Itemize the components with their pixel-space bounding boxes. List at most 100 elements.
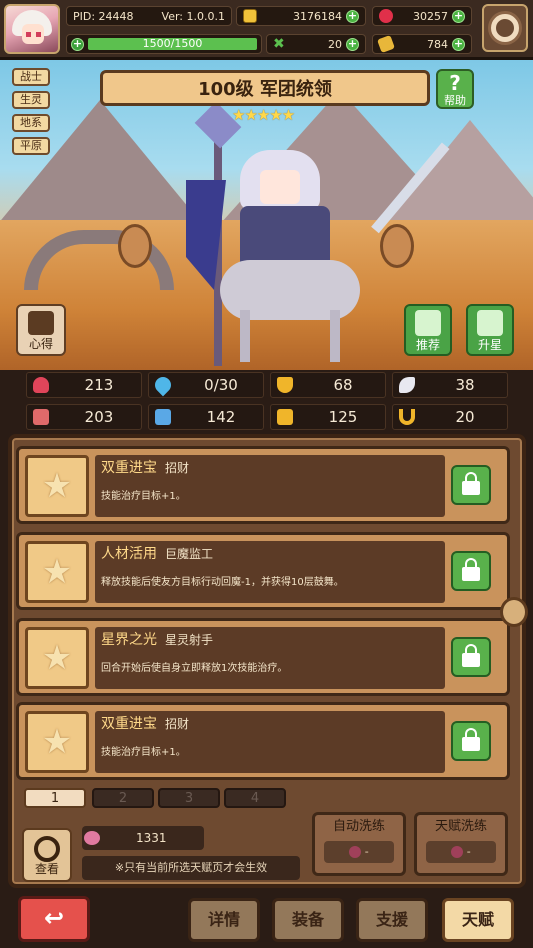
gold-coin-icon (243, 9, 257, 23)
stat-hp: 213 (26, 372, 142, 398)
gem-value: 1331 (136, 831, 167, 845)
talent-source: 招财 (165, 461, 190, 475)
talent-name: 星界之光 (101, 632, 157, 648)
player-avatar[interactable] (4, 4, 60, 54)
ruby-icon (379, 9, 393, 23)
talent-desc: 技能治疗目标+1。 (101, 747, 186, 758)
ticket-value: 784 (427, 37, 448, 51)
talent-card: ★ 星界之光 星灵射手 回合开始后使自身立即释放1次技能治疗。 (16, 618, 510, 696)
ticket-counter: 784 + (372, 34, 472, 54)
prev-hero-button[interactable] (118, 224, 152, 268)
ruby-value: 30257 (413, 9, 448, 23)
recommend-label: 推荐 (415, 338, 440, 352)
talent-card: ★ 双重进宝 招财 技能治疗目标+1。 (16, 446, 510, 524)
potion-icon (349, 846, 362, 858)
clover-icon: ✖ (273, 36, 285, 52)
auto-wash-button[interactable]: 自动洗练 - (312, 812, 406, 876)
talent-name: 双重进宝 (101, 460, 157, 476)
add-gold-button[interactable]: + (346, 9, 359, 23)
lock-button[interactable] (451, 637, 491, 677)
horseshoe-icon (399, 409, 415, 425)
add-clover-button[interactable]: + (346, 37, 359, 51)
talent-source: 招财 (165, 717, 190, 731)
gem-counter: 1331 (82, 826, 204, 850)
question-icon: ? (449, 71, 461, 95)
auto-wash-label: 自动洗练 (332, 819, 385, 834)
panel-expand-knob[interactable] (500, 597, 528, 627)
talent-desc: 回合开始后使自身立即释放1次技能治疗。 (101, 663, 288, 674)
stat-resist: 125 (270, 404, 386, 430)
hero-title-banner: 100级 军团统领 (100, 70, 430, 106)
lock-button[interactable] (451, 465, 491, 505)
next-hero-button[interactable] (380, 224, 414, 268)
talent-source: 星灵射手 (165, 633, 214, 647)
talent-wash-label: 天赋洗练 (434, 819, 487, 834)
nav-details[interactable]: 详情 (188, 898, 260, 942)
talent-wash-button[interactable]: 天赋洗练 - (414, 812, 508, 876)
nav-equip[interactable]: 装备 (272, 898, 344, 942)
id-version-row: PID: 24448 Ver: 1.0.0.1 (66, 6, 232, 26)
talent-card: ★ 双重进宝 招财 技能治疗目标+1。 (16, 702, 510, 780)
upstar-button[interactable]: 升星 (466, 304, 514, 356)
water-drop-icon (151, 373, 175, 397)
gold-value: 3176184 (293, 9, 342, 23)
star-rating: ★★★★★ (232, 106, 295, 124)
stat-mana: 0/30 (148, 372, 264, 398)
hint-text: ※只有当前所选天赋页才会生效 (82, 856, 300, 880)
back-button[interactable]: ↩ (18, 896, 90, 942)
talent-desc: 技能治疗目标+1。 (101, 491, 186, 502)
add-ticket-button[interactable]: + (452, 37, 465, 51)
lock-button[interactable] (451, 721, 491, 761)
stat-attack: 203 (26, 404, 142, 430)
talent-slot[interactable]: ★ (25, 627, 89, 689)
tag-class: 战士 (12, 68, 50, 86)
talent-slot[interactable]: ★ (25, 455, 89, 517)
help-label: 帮助 (444, 94, 466, 107)
hero-character[interactable] (180, 101, 450, 366)
lock-button[interactable] (451, 551, 491, 591)
hero-title: 100级 军团统领 (198, 79, 332, 100)
star-up-icon (477, 310, 503, 336)
lock-icon (462, 472, 480, 495)
notes-button[interactable]: 心得 (16, 304, 66, 356)
nav-support[interactable]: 支援 (356, 898, 428, 942)
help-button[interactable]: ? 帮助 (436, 69, 474, 109)
talent-page-tab-1[interactable]: 1 (24, 788, 86, 808)
magnifier-icon (34, 836, 60, 862)
talent-slot[interactable]: ★ (25, 711, 89, 773)
stat-defense: 68 (270, 372, 386, 398)
view-label: 查看 (34, 862, 59, 876)
upstar-label: 升星 (477, 338, 502, 352)
settings-button[interactable] (482, 4, 528, 52)
tag-race: 生灵 (12, 91, 50, 109)
star-icon: ★ (41, 722, 73, 762)
view-button[interactable]: 查看 (22, 828, 72, 882)
hp-bar: + 1500/1500 (66, 34, 262, 54)
talent-desc: 释放技能后使友方目标行动回魔-1，并获得10层鼓舞。 (101, 577, 344, 588)
tag-element: 地系 (12, 114, 50, 132)
talent-page-tab-2[interactable]: 2 (92, 788, 154, 808)
talent-page-tab-4[interactable]: 4 (224, 788, 286, 808)
hp-value: 1500/1500 (142, 37, 203, 50)
potion-icon (84, 831, 100, 845)
tag-terrain: 平原 (12, 137, 50, 155)
notebook-icon (28, 311, 54, 335)
hp-plus-icon: + (71, 36, 84, 51)
notes-label: 心得 (28, 337, 53, 351)
talent-name: 人材活用 (101, 546, 157, 562)
talent-slot[interactable]: ★ (25, 541, 89, 603)
thumbs-up-icon (415, 310, 441, 336)
ticket-icon (377, 35, 395, 53)
talent-page-tab-3[interactable]: 3 (158, 788, 220, 808)
add-ruby-button[interactable]: + (452, 9, 465, 23)
gold-counter: 3176184 + (236, 6, 366, 26)
gear-icon (491, 14, 519, 42)
nav-talent[interactable]: 天赋 (442, 898, 514, 942)
star-icon: ★ (41, 466, 73, 506)
scroll-icon (277, 409, 293, 425)
wing-icon (399, 377, 415, 393)
player-id: PID: 24448 (73, 9, 134, 23)
clover-counter: ✖ 20 + (266, 34, 366, 54)
recommend-button[interactable]: 推荐 (404, 304, 452, 356)
book-red-icon (33, 409, 49, 425)
